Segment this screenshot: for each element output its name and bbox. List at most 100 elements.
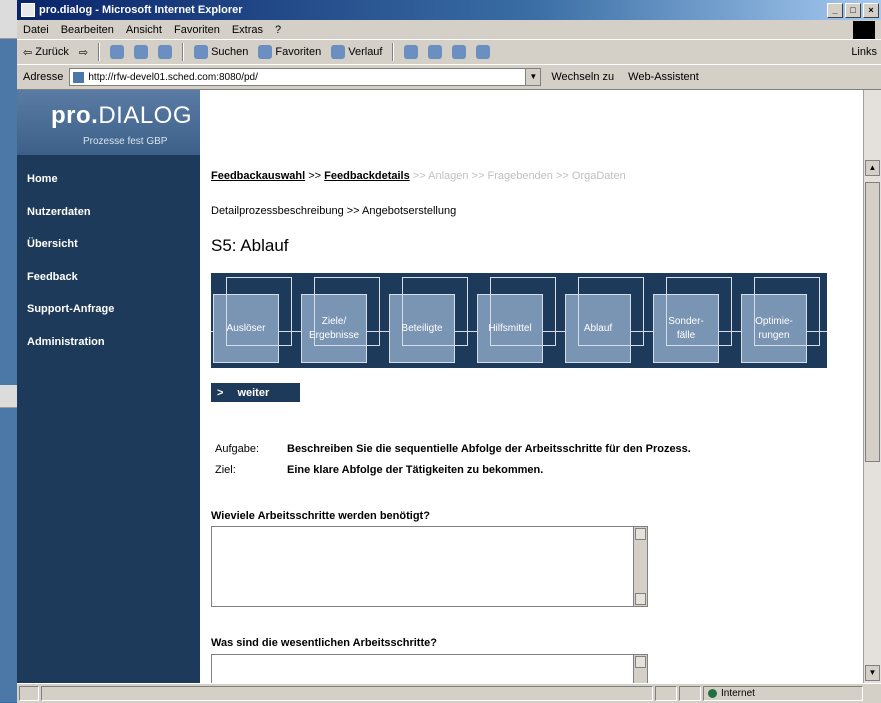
links-button[interactable]: Links (851, 46, 877, 58)
back-label: Zurück (35, 46, 69, 58)
task-label: Aufgabe: (215, 443, 260, 455)
step-cube-back (490, 277, 556, 346)
browser-window: pro.dialog - Microsoft Internet Explorer… (17, 0, 881, 703)
weiter-label: weiter (237, 386, 270, 399)
step-ablauf[interactable]: Ablauf (565, 277, 644, 363)
step-ziele-ergebnisse[interactable]: Ziele/ Ergebnisse (301, 277, 380, 363)
toolbar: ⇦ Zurück ⇨ Suchen Favoriten Verlauf Link… (17, 39, 881, 64)
home-icon[interactable] (158, 45, 173, 59)
crumb-separator: >> (471, 170, 485, 182)
scroll-up-icon[interactable]: ▲ (865, 160, 880, 176)
address-url: http://rfw-devel01.sched.com:8080/pd/ (88, 71, 258, 83)
menu-bearbeiten[interactable]: Bearbeiten (61, 24, 114, 36)
status-pane (679, 686, 701, 701)
forward-button[interactable]: ⇨ (79, 46, 88, 59)
crumb-feedbackauswahl[interactable]: Feedbackauswahl (211, 170, 305, 182)
question-1: Wieviele Arbeitsschritte werden benötigt… (211, 510, 430, 522)
history-icon (331, 45, 346, 59)
step-ausloeser[interactable]: Auslöser (213, 277, 292, 363)
nav-nutzerdaten[interactable]: Nutzerdaten (17, 196, 200, 229)
page-viewport: pro.DIALOG Prozesse fest GBP Home Nutzer… (17, 90, 881, 683)
maximize-button[interactable]: □ (845, 2, 861, 18)
step-label: Ziele/ Ergebnisse (308, 315, 360, 341)
edit-icon[interactable] (452, 45, 467, 59)
step-navigation: Auslöser Ziele/ Ergebnisse Beteiligte Hi… (211, 273, 827, 368)
ie-icon (21, 3, 35, 17)
step-label: Auslöser (226, 322, 266, 334)
logo-tagline: Prozesse fest GBP (83, 136, 168, 147)
page-scrollbar[interactable]: ▲ ▼ (863, 90, 881, 683)
web-assistant-button[interactable]: Web-Assistent (628, 71, 699, 83)
desktop-window-strip (0, 0, 17, 39)
crumb-feedbackdetails[interactable]: Feedbackdetails (324, 170, 410, 182)
go-button[interactable]: Wechseln zu (551, 71, 614, 83)
nav-feedback[interactable]: Feedback (17, 261, 200, 294)
weiter-button[interactable]: > weiter (211, 383, 300, 402)
back-button[interactable]: ⇦ Zurück (23, 46, 69, 59)
menu-datei[interactable]: Datei (23, 24, 49, 36)
window-title: pro.dialog - Microsoft Internet Explorer (39, 4, 243, 16)
crumb-separator: >> (555, 170, 569, 182)
menu-help[interactable]: ? (275, 24, 281, 36)
print-icon[interactable] (428, 45, 443, 59)
search-button[interactable]: Suchen (194, 45, 248, 59)
scroll-up-icon[interactable] (635, 656, 646, 668)
address-input[interactable]: http://rfw-devel01.sched.com:8080/pd/ (69, 68, 527, 86)
menu-extras[interactable]: Extras (232, 24, 263, 36)
nav-uebersicht[interactable]: Übersicht (17, 228, 200, 261)
goal-label: Ziel: (215, 464, 236, 476)
step-cube-back (402, 277, 468, 346)
scrollbar-thumb[interactable] (865, 182, 880, 462)
discuss-icon[interactable] (476, 45, 491, 59)
menu-favoriten[interactable]: Favoriten (174, 24, 220, 36)
favorites-button[interactable]: Favoriten (258, 45, 321, 59)
step-hilfsmittel[interactable]: Hilfsmittel (477, 277, 556, 363)
step-sonderfaelle[interactable]: Sonder- fälle (653, 277, 732, 363)
scroll-up-icon[interactable] (635, 528, 646, 540)
nav-administration[interactable]: Administration (17, 326, 200, 359)
crumb-separator: >> (308, 170, 322, 182)
textarea-scrollbar[interactable] (633, 655, 647, 683)
stop-icon[interactable] (110, 45, 125, 59)
close-button[interactable]: × (863, 2, 879, 18)
security-zone: Internet (703, 686, 863, 701)
globe-icon (708, 689, 717, 698)
mail-icon[interactable] (404, 45, 419, 59)
task-row: Aufgabe: Beschreiben Sie die sequentielle… (215, 443, 691, 455)
step-label: Beteiligte (401, 322, 443, 334)
step-beteiligte[interactable]: Beteiligte (389, 277, 468, 363)
favorites-icon (258, 45, 273, 59)
page-title: S5: Ablauf (211, 236, 289, 255)
toolbar-separator (98, 43, 101, 61)
answer-2-textarea[interactable] (211, 654, 648, 683)
title-bar: pro.dialog - Microsoft Internet Explorer… (17, 0, 881, 20)
sidebar-nav: Home Nutzerdaten Übersicht Feedback Supp… (17, 155, 200, 358)
scroll-down-icon[interactable] (635, 593, 646, 605)
minimize-button[interactable]: _ (827, 2, 843, 18)
nav-support-anfrage[interactable]: Support-Anfrage (17, 293, 200, 326)
textarea-scrollbar[interactable] (633, 527, 647, 606)
toolbar-separator (182, 43, 185, 61)
crumb-separator: >> (412, 170, 426, 182)
crumb-anlagen: Anlagen (428, 170, 469, 182)
search-icon (194, 45, 209, 59)
answer-1-textarea[interactable] (211, 526, 648, 607)
status-pane (655, 686, 677, 701)
status-text-pane (41, 686, 653, 701)
refresh-icon[interactable] (134, 45, 149, 59)
menu-ansicht[interactable]: Ansicht (126, 24, 162, 36)
scroll-down-icon[interactable]: ▼ (865, 665, 880, 681)
windows-logo-icon (853, 21, 875, 39)
step-optimierungen[interactable]: Optimie- rungen (741, 277, 820, 363)
window-controls: _ □ × (827, 2, 879, 18)
address-dropdown-icon[interactable]: ▼ (525, 68, 542, 86)
history-button[interactable]: Verlauf (331, 45, 382, 59)
main-content: Feedbackauswahl >> Feedbackdetails >> An… (211, 90, 863, 683)
step-label: Sonder- fälle (668, 315, 704, 341)
favorites-label: Favoriten (275, 46, 322, 58)
nav-home[interactable]: Home (17, 163, 200, 196)
page-icon (73, 71, 85, 83)
address-label: Adresse (23, 71, 64, 83)
step-label: Ablauf (583, 322, 613, 334)
logo-area: pro.DIALOG Prozesse fest GBP (17, 90, 200, 155)
